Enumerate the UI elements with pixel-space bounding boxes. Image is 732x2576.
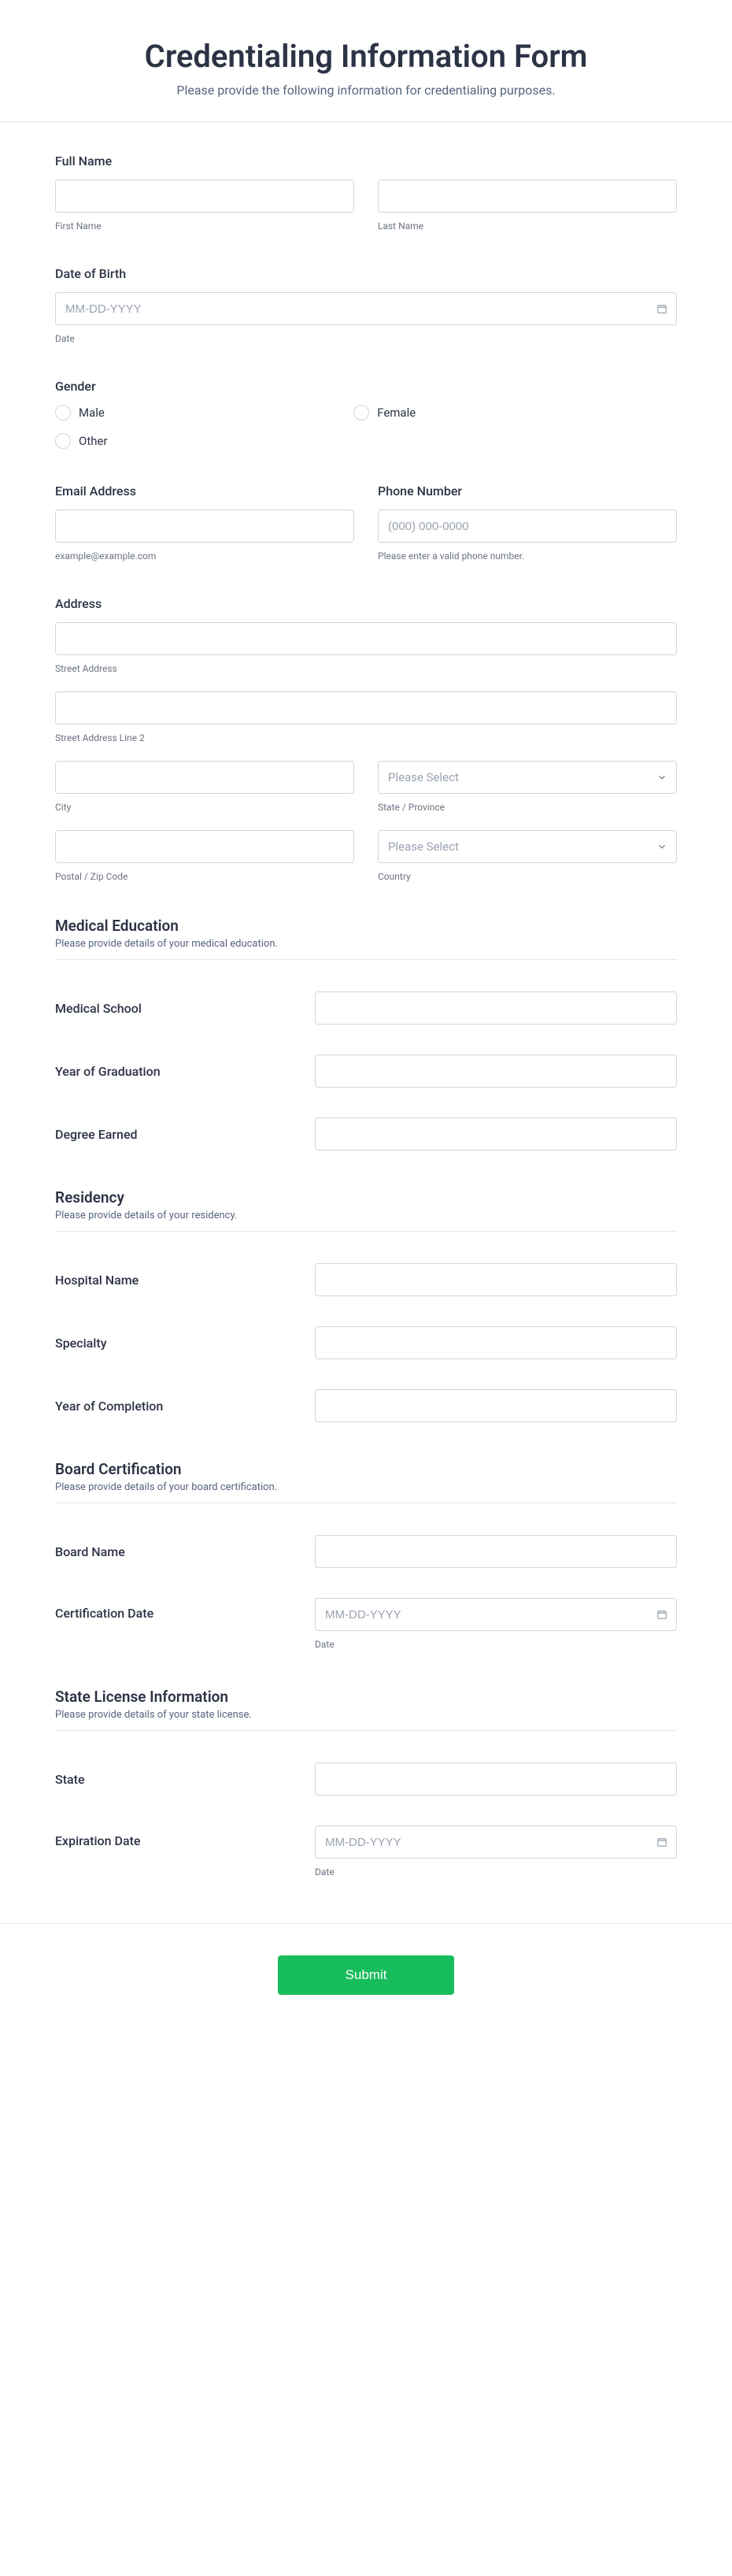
phone-input[interactable] bbox=[378, 510, 677, 543]
gender-option-label: Male bbox=[79, 406, 105, 420]
phone-label: Phone Number bbox=[378, 484, 677, 499]
section-divider bbox=[55, 959, 677, 960]
degree-field: Degree Earned bbox=[55, 1118, 677, 1151]
grad-year-field: Year of Graduation bbox=[55, 1054, 677, 1088]
postal-input[interactable] bbox=[55, 830, 354, 863]
postal-sublabel: Postal / Zip Code bbox=[55, 871, 354, 882]
exp-date-field: Expiration Date Date bbox=[55, 1825, 677, 1877]
board-name-field: Board Name bbox=[55, 1535, 677, 1568]
medical-education-header: Medical Education Please provide details… bbox=[55, 917, 677, 950]
address-label: Address bbox=[55, 596, 677, 611]
city-sublabel: City bbox=[55, 802, 354, 813]
section-desc: Please provide details of your state lic… bbox=[55, 1709, 677, 1721]
board-name-input[interactable] bbox=[315, 1535, 677, 1568]
hospital-input[interactable] bbox=[315, 1263, 677, 1296]
medical-school-field: Medical School bbox=[55, 991, 677, 1025]
state-select[interactable]: Please Select bbox=[378, 761, 677, 794]
section-desc: Please provide details of your residency… bbox=[55, 1210, 677, 1221]
gender-radio-female[interactable]: Female bbox=[353, 405, 652, 421]
form-title: Credentialing Information Form bbox=[31, 38, 701, 75]
license-state-label: State bbox=[55, 1772, 299, 1787]
dob-label: Date of Birth bbox=[55, 266, 677, 281]
city-input[interactable] bbox=[55, 761, 354, 794]
first-name-sublabel: First Name bbox=[55, 221, 354, 232]
email-label: Email Address bbox=[55, 484, 354, 499]
gender-option-label: Other bbox=[79, 434, 108, 448]
board-name-label: Board Name bbox=[55, 1544, 299, 1559]
license-state-field: State bbox=[55, 1762, 677, 1796]
gender-label: Gender bbox=[55, 379, 677, 394]
cert-date-field: Certification Date Date bbox=[55, 1598, 677, 1650]
last-name-input[interactable] bbox=[378, 180, 677, 213]
specialty-label: Specialty bbox=[55, 1336, 299, 1351]
completion-field: Year of Completion bbox=[55, 1389, 677, 1422]
street2-sublabel: Street Address Line 2 bbox=[55, 732, 677, 743]
gender-radio-male[interactable]: Male bbox=[55, 405, 353, 421]
dob-input[interactable] bbox=[55, 292, 677, 325]
full-name-group: Full Name First Name Last Name bbox=[55, 154, 677, 232]
country-select-display: Please Select bbox=[378, 830, 677, 863]
section-desc: Please provide details of your medical e… bbox=[55, 938, 677, 950]
submit-button[interactable]: Submit bbox=[278, 1955, 454, 1995]
state-select-display: Please Select bbox=[378, 761, 677, 794]
cert-date-input[interactable] bbox=[315, 1598, 677, 1631]
exp-date-input[interactable] bbox=[315, 1825, 677, 1859]
full-name-label: Full Name bbox=[55, 154, 677, 169]
contact-group: Email Address example@example.com Phone … bbox=[55, 484, 677, 562]
state-license-header: State License Information Please provide… bbox=[55, 1688, 677, 1721]
board-cert-header: Board Certification Please provide detai… bbox=[55, 1460, 677, 1493]
specialty-input[interactable] bbox=[315, 1326, 677, 1359]
residency-header: Residency Please provide details of your… bbox=[55, 1188, 677, 1221]
completion-label: Year of Completion bbox=[55, 1399, 299, 1414]
section-title: Board Certification bbox=[55, 1460, 677, 1478]
completion-input[interactable] bbox=[315, 1389, 677, 1422]
degree-input[interactable] bbox=[315, 1118, 677, 1151]
section-desc: Please provide details of your board cer… bbox=[55, 1481, 677, 1493]
country-select[interactable]: Please Select bbox=[378, 830, 677, 863]
dob-group: Date of Birth Date bbox=[55, 266, 677, 344]
gender-group: Gender Male Female Other bbox=[55, 379, 677, 449]
hospital-field: Hospital Name bbox=[55, 1263, 677, 1296]
grad-year-input[interactable] bbox=[315, 1054, 677, 1088]
street-address-input[interactable] bbox=[55, 622, 677, 655]
section-title: Residency bbox=[55, 1188, 677, 1206]
email-sublabel: example@example.com bbox=[55, 550, 354, 562]
cert-date-sublabel: Date bbox=[315, 1639, 677, 1650]
form-footer: Submit bbox=[0, 1923, 732, 2042]
exp-date-label: Expiration Date bbox=[55, 1825, 299, 1848]
country-sublabel: Country bbox=[378, 871, 677, 882]
section-divider bbox=[55, 1231, 677, 1232]
medical-school-label: Medical School bbox=[55, 1001, 299, 1016]
first-name-input[interactable] bbox=[55, 180, 354, 213]
street-address-2-input[interactable] bbox=[55, 691, 677, 725]
section-title: Medical Education bbox=[55, 917, 677, 935]
section-title: State License Information bbox=[55, 1688, 677, 1706]
exp-date-sublabel: Date bbox=[315, 1866, 677, 1877]
phone-sublabel: Please enter a valid phone number. bbox=[378, 550, 677, 562]
cert-date-label: Certification Date bbox=[55, 1598, 299, 1621]
medical-school-input[interactable] bbox=[315, 991, 677, 1025]
gender-option-label: Female bbox=[377, 406, 416, 420]
radio-icon bbox=[353, 405, 369, 421]
radio-icon bbox=[55, 405, 71, 421]
degree-label: Degree Earned bbox=[55, 1127, 299, 1142]
license-state-input[interactable] bbox=[315, 1762, 677, 1796]
street-sublabel: Street Address bbox=[55, 663, 677, 674]
form-subtitle: Please provide the following information… bbox=[31, 83, 701, 98]
address-group: Address Street Address Street Address Li… bbox=[55, 596, 677, 882]
state-sublabel: State / Province bbox=[378, 802, 677, 813]
form-header: Credentialing Information Form Please pr… bbox=[0, 0, 732, 121]
email-input[interactable] bbox=[55, 510, 354, 543]
radio-icon bbox=[55, 433, 71, 449]
grad-year-label: Year of Graduation bbox=[55, 1064, 299, 1079]
hospital-label: Hospital Name bbox=[55, 1273, 299, 1288]
dob-sublabel: Date bbox=[55, 333, 677, 344]
specialty-field: Specialty bbox=[55, 1326, 677, 1359]
section-divider bbox=[55, 1730, 677, 1731]
gender-radio-other[interactable]: Other bbox=[55, 433, 353, 449]
last-name-sublabel: Last Name bbox=[378, 221, 677, 232]
